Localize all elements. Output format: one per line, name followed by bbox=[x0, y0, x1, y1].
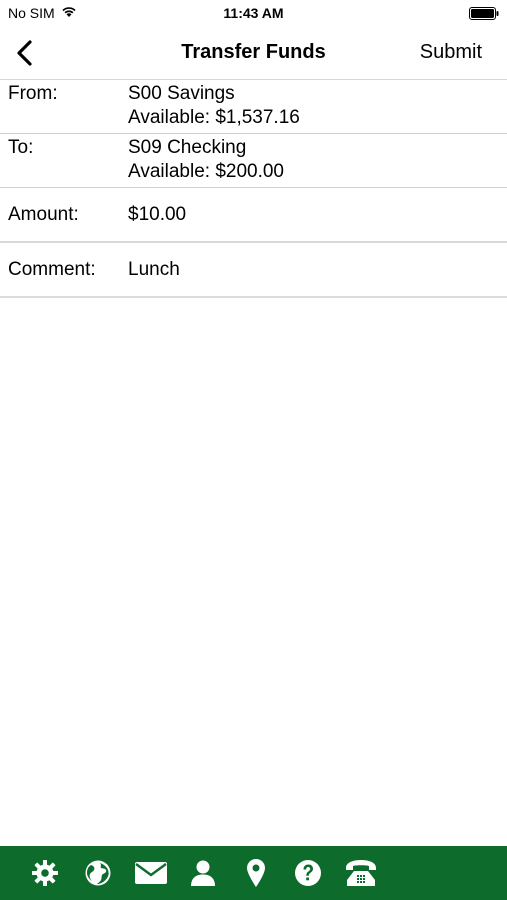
help-icon bbox=[295, 860, 321, 886]
locations-button[interactable] bbox=[240, 858, 272, 888]
mail-icon bbox=[135, 862, 167, 884]
amount-label: Amount: bbox=[8, 204, 79, 225]
profile-button[interactable] bbox=[187, 858, 219, 888]
submit-button[interactable]: Submit bbox=[420, 41, 482, 64]
from-available-balance: Available: $1,537.16 bbox=[128, 107, 300, 128]
gear-icon bbox=[32, 860, 58, 886]
comment-field[interactable]: Lunch bbox=[128, 259, 180, 281]
status-bar: No SIM 11:43 AM bbox=[0, 0, 507, 28]
email-button[interactable] bbox=[133, 858, 169, 888]
transfer-form: From: S00 Savings Available: $1,537.16 T… bbox=[0, 80, 507, 298]
transfer-funds-screen: No SIM 11:43 AM Transfer Funds Submit Fr… bbox=[0, 0, 507, 900]
amount-field[interactable]: $10.00 bbox=[128, 204, 186, 226]
clock: 11:43 AM bbox=[223, 5, 284, 21]
amount-row[interactable]: Amount: $10.00 bbox=[0, 188, 507, 243]
globe-icon bbox=[85, 860, 111, 886]
settings-button[interactable] bbox=[29, 858, 61, 888]
to-label: To: bbox=[8, 137, 34, 158]
comment-label: Comment: bbox=[8, 259, 96, 280]
help-button[interactable] bbox=[292, 858, 324, 888]
phone-icon bbox=[346, 860, 376, 886]
from-account-name: S00 Savings bbox=[128, 83, 235, 104]
to-account-name: S09 Checking bbox=[128, 137, 247, 158]
call-button[interactable] bbox=[343, 858, 379, 888]
navigation-bar: Transfer Funds Submit bbox=[0, 28, 507, 80]
to-available-balance: Available: $200.00 bbox=[128, 161, 284, 182]
person-icon bbox=[191, 860, 215, 886]
website-button[interactable] bbox=[82, 858, 114, 888]
location-pin-icon bbox=[247, 859, 265, 887]
to-account-row[interactable]: To: S09 Checking Available: $200.00 bbox=[0, 134, 507, 188]
from-label: From: bbox=[8, 83, 58, 104]
from-account-row[interactable]: From: S00 Savings Available: $1,537.16 bbox=[0, 80, 507, 134]
bottom-toolbar bbox=[0, 846, 507, 900]
comment-row[interactable]: Comment: Lunch bbox=[0, 243, 507, 298]
battery-icon bbox=[469, 7, 499, 20]
